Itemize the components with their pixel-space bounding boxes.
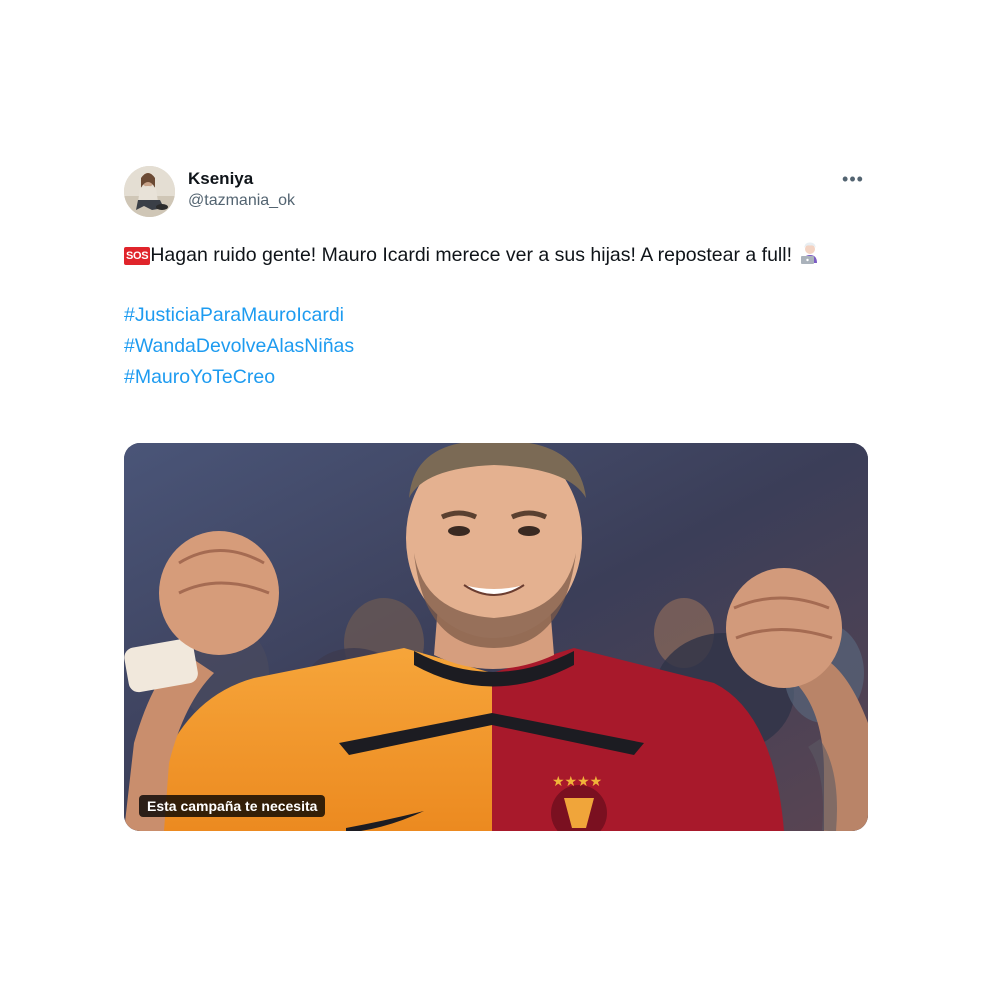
hashtag-list: #JusticiaParaMauroIcardi #WandaDevolveAl… (124, 300, 868, 393)
tweet-media[interactable]: ★★★★ Esta campaña te necesita (124, 443, 868, 831)
sos-icon: SOS (124, 247, 151, 265)
hashtag-link[interactable]: #MauroYoTeCreo (124, 362, 868, 393)
media-image: ★★★★ (124, 443, 868, 831)
tweet-text: SOS Hagan ruido gente! Mauro Icardi merec… (124, 240, 864, 270)
page: Kseniya @tazmania_ok ••• SOS Hagan ruido … (0, 0, 992, 992)
avatar[interactable] (124, 166, 175, 217)
hashtag-link[interactable]: #JusticiaParaMauroIcardi (124, 300, 868, 331)
author-names: Kseniya @tazmania_ok (188, 168, 295, 212)
woman-technologist-icon (798, 241, 822, 265)
profile-avatar (124, 166, 175, 217)
display-name[interactable]: Kseniya (188, 168, 295, 190)
tweet-body: Hagan ruido gente! Mauro Icardi merece v… (150, 244, 793, 266)
more-options-button[interactable]: ••• (840, 168, 866, 190)
user-handle[interactable]: @tazmania_ok (188, 190, 295, 212)
svg-text:★★★★: ★★★★ (552, 774, 602, 790)
media-caption-badge: Esta campaña te necesita (139, 795, 326, 817)
tweet-header: Kseniya @tazmania_ok ••• (124, 164, 868, 220)
hashtag-link[interactable]: #WandaDevolveAlasNiñas (124, 331, 868, 362)
tweet-card[interactable]: Kseniya @tazmania_ok ••• SOS Hagan ruido … (124, 164, 868, 831)
more-icon: ••• (842, 168, 864, 189)
